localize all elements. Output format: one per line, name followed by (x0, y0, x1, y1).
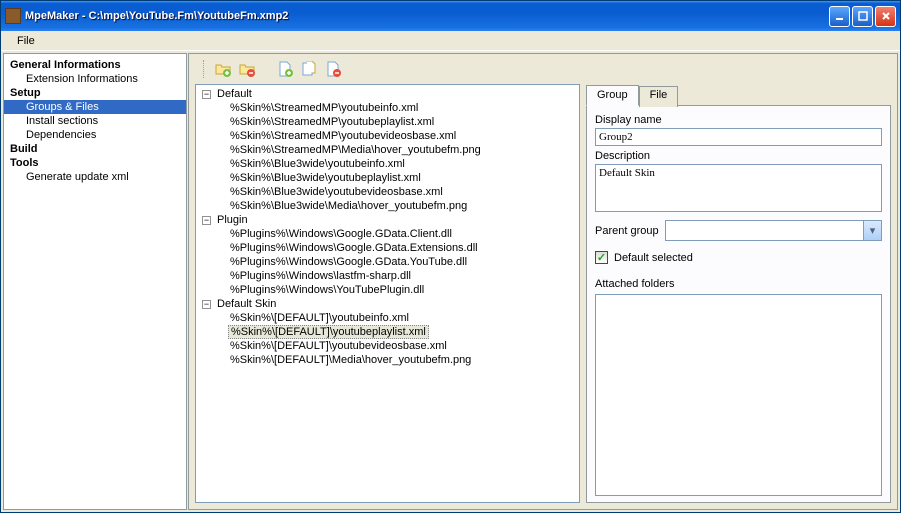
add-file-button[interactable] (275, 59, 295, 79)
sidebar-item-extension-info[interactable]: Extension Informations (4, 72, 186, 86)
tree-item[interactable]: %Skin%\[DEFAULT]\youtubevideosbase.xml (228, 340, 449, 352)
tab-page-group: Display name Description Parent group ▾ … (586, 105, 891, 503)
tree-item[interactable]: %Skin%\[DEFAULT]\Media\hover_youtubefm.p… (228, 354, 473, 366)
description-input[interactable] (595, 164, 882, 212)
client-area: General Informations Extension Informati… (1, 51, 900, 512)
default-selected-checkbox[interactable]: ✓ Default selected (595, 251, 882, 264)
label-parent-group: Parent group (595, 225, 659, 237)
tree-item[interactable]: %Plugins%\Windows\Google.GData.Extension… (228, 242, 480, 254)
main-panel: −Default %Skin%\StreamedMP\youtubeinfo.x… (188, 53, 898, 510)
minimize-button[interactable] (829, 6, 850, 27)
tree-item[interactable]: %Skin%\Blue3wide\youtubevideosbase.xml (228, 186, 445, 198)
remove-file-button[interactable] (323, 59, 343, 79)
content-split: −Default %Skin%\StreamedMP\youtubeinfo.x… (189, 84, 897, 509)
attached-folders-list[interactable] (595, 294, 882, 496)
parent-group-combo[interactable]: ▾ (665, 220, 882, 241)
file-tree[interactable]: −Default %Skin%\StreamedMP\youtubeinfo.x… (195, 84, 580, 503)
tree-item-selected[interactable]: %Skin%\[DEFAULT]\youtubeplaylist.xml (228, 325, 429, 339)
sidebar-item-generate-update[interactable]: Generate update xml (4, 170, 186, 184)
menu-file[interactable]: File (9, 33, 43, 49)
tree-item[interactable]: %Skin%\StreamedMP\Media\hover_youtubefm.… (228, 144, 483, 156)
tree-item[interactable]: %Skin%\[DEFAULT]\youtubeinfo.xml (228, 312, 411, 324)
collapse-icon[interactable]: − (202, 216, 211, 225)
tree-item[interactable]: %Plugins%\Windows\Google.GData.YouTube.d… (228, 256, 469, 268)
toolbar-grip-icon (203, 60, 207, 78)
tree-item[interactable]: %Skin%\StreamedMP\youtubeplaylist.xml (228, 116, 436, 128)
tree-group[interactable]: Default (215, 88, 254, 100)
add-folder-button[interactable] (213, 59, 233, 79)
tree-item[interactable]: %Skin%\Blue3wide\Media\hover_youtubefm.p… (228, 200, 469, 212)
tab-file[interactable]: File (639, 86, 679, 107)
add-files-button[interactable] (299, 59, 319, 79)
tabstrip: Group File (586, 84, 891, 105)
tree-item[interactable]: %Plugins%\Windows\lastfm-sharp.dll (228, 270, 413, 282)
label-description: Description (595, 150, 882, 162)
tree-item[interactable]: %Skin%\Blue3wide\youtubeplaylist.xml (228, 172, 423, 184)
label-default-selected: Default selected (614, 252, 693, 264)
tree-group[interactable]: Default Skin (215, 298, 278, 310)
collapse-icon[interactable]: − (202, 90, 211, 99)
display-name-input[interactable] (595, 128, 882, 146)
sidebar-item-dependencies[interactable]: Dependencies (4, 128, 186, 142)
checkmark-icon: ✓ (595, 251, 608, 264)
app-window: MpeMaker - C:\mpe\YouTube.Fm\YoutubeFm.x… (0, 0, 901, 513)
tree-item[interactable]: %Plugins%\Windows\Google.GData.Client.dl… (228, 228, 454, 240)
tab-group[interactable]: Group (586, 85, 639, 106)
collapse-icon[interactable]: − (202, 300, 211, 309)
label-attached-folders: Attached folders (595, 278, 882, 290)
tree-item[interactable]: %Skin%\Blue3wide\youtubeinfo.xml (228, 158, 407, 170)
tree-item[interactable]: %Plugins%\Windows\YouTubePlugin.dll (228, 284, 426, 296)
window-title: MpeMaker - C:\mpe\YouTube.Fm\YoutubeFm.x… (25, 10, 829, 22)
tree-group[interactable]: Plugin (215, 214, 250, 226)
titlebar[interactable]: MpeMaker - C:\mpe\YouTube.Fm\YoutubeFm.x… (1, 1, 900, 31)
tree-item[interactable]: %Skin%\StreamedMP\youtubevideosbase.xml (228, 130, 458, 142)
sidebar-section-tools[interactable]: Tools (4, 156, 186, 170)
sidebar-section-general[interactable]: General Informations (4, 58, 186, 72)
sidebar-item-install-sections[interactable]: Install sections (4, 114, 186, 128)
sidebar-section-setup[interactable]: Setup (4, 86, 186, 100)
sidebar: General Informations Extension Informati… (3, 53, 187, 510)
chevron-down-icon[interactable]: ▾ (863, 221, 881, 240)
sidebar-item-groups-files[interactable]: Groups & Files (4, 100, 186, 114)
close-button[interactable] (875, 6, 896, 27)
tree-item[interactable]: %Skin%\StreamedMP\youtubeinfo.xml (228, 102, 420, 114)
label-display-name: Display name (595, 114, 882, 126)
sidebar-section-build[interactable]: Build (4, 142, 186, 156)
maximize-button[interactable] (852, 6, 873, 27)
app-icon (5, 8, 21, 24)
toolbar (189, 54, 897, 84)
menubar: File (1, 31, 900, 51)
remove-folder-button[interactable] (237, 59, 257, 79)
properties-panel: Group File Display name Description Pare… (586, 84, 891, 503)
